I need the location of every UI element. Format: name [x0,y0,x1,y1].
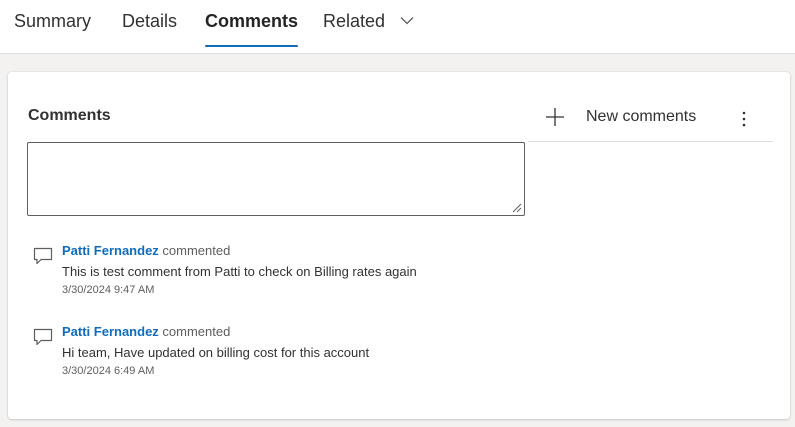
comment-text: This is test comment from Patti to check… [62,264,417,279]
tab-bar: Summary Details Comments Related [0,0,795,54]
chevron-down-icon [400,16,414,25]
comment-input[interactable] [28,143,524,215]
tab-related[interactable]: Related [323,8,414,48]
comment-timestamp: 3/30/2024 6:49 AM [62,365,155,377]
comment-author[interactable]: Patti Fernandez [62,324,159,339]
tab-summary[interactable]: Summary [14,8,91,48]
tab-comments-label: Comments [205,11,299,31]
header-divider [528,141,773,142]
comment-action: commented [162,243,231,258]
comment-input-box [27,142,525,216]
comment-icon [33,328,53,346]
plus-icon [546,108,564,126]
tab-comments[interactable]: Comments [205,8,299,48]
new-comments-label: New comments [586,108,697,125]
comment-header: Patti Fernandez commented [62,243,230,258]
resize-grip-icon[interactable] [511,202,522,213]
comment-header: Patti Fernandez commented [62,324,230,339]
comment-text: Hi team, Have updated on billing cost fo… [62,345,370,360]
new-comments-button[interactable]: New comments [545,102,696,132]
tab-related-label: Related [323,11,386,31]
comment-icon [33,247,53,265]
comment-author[interactable]: Patti Fernandez [62,243,159,258]
tab-details-label: Details [122,11,178,31]
comments-card: Comments New comments Patti Fernandez co… [8,72,790,419]
section-title: Comments [28,107,111,124]
tab-details[interactable]: Details [122,8,177,48]
more-vertical-icon[interactable] [734,106,754,132]
comment-timestamp: 3/30/2024 9:47 AM [62,284,155,296]
tab-summary-label: Summary [14,11,92,31]
comment-action: commented [162,324,231,339]
